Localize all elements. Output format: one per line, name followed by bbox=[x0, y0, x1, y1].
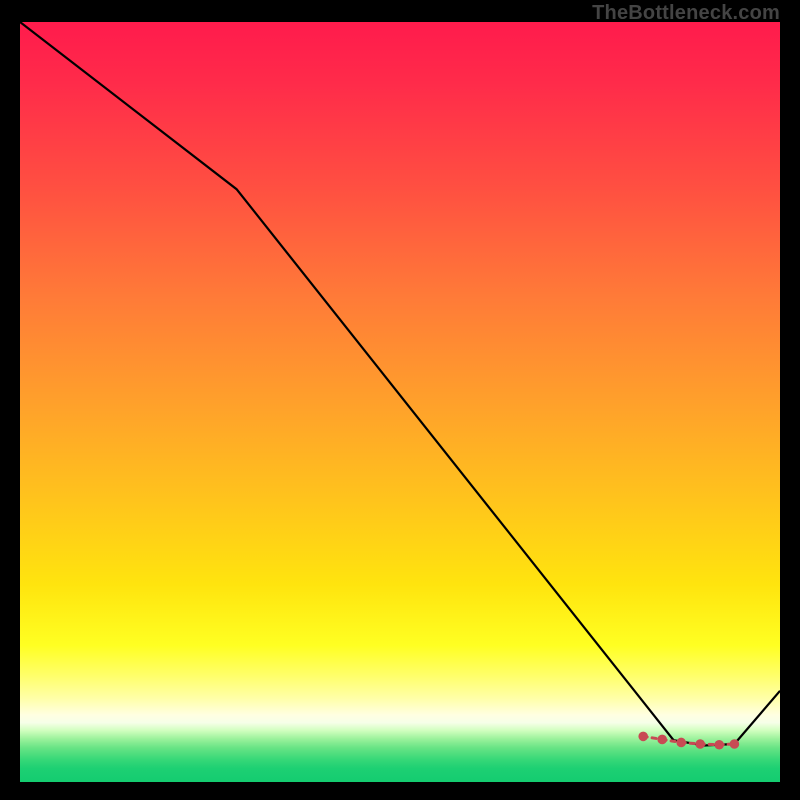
marker-dot bbox=[677, 738, 686, 747]
marker-band bbox=[639, 732, 739, 749]
chart-canvas: TheBottleneck.com bbox=[0, 0, 800, 800]
marker-dot bbox=[658, 735, 667, 744]
plot-area bbox=[20, 22, 780, 782]
marker-dot bbox=[730, 740, 739, 749]
marker-dot bbox=[715, 740, 724, 749]
marker-dot bbox=[696, 740, 705, 749]
marker-dot bbox=[639, 732, 648, 741]
curve-line bbox=[20, 22, 780, 746]
chart-svg bbox=[20, 22, 780, 782]
